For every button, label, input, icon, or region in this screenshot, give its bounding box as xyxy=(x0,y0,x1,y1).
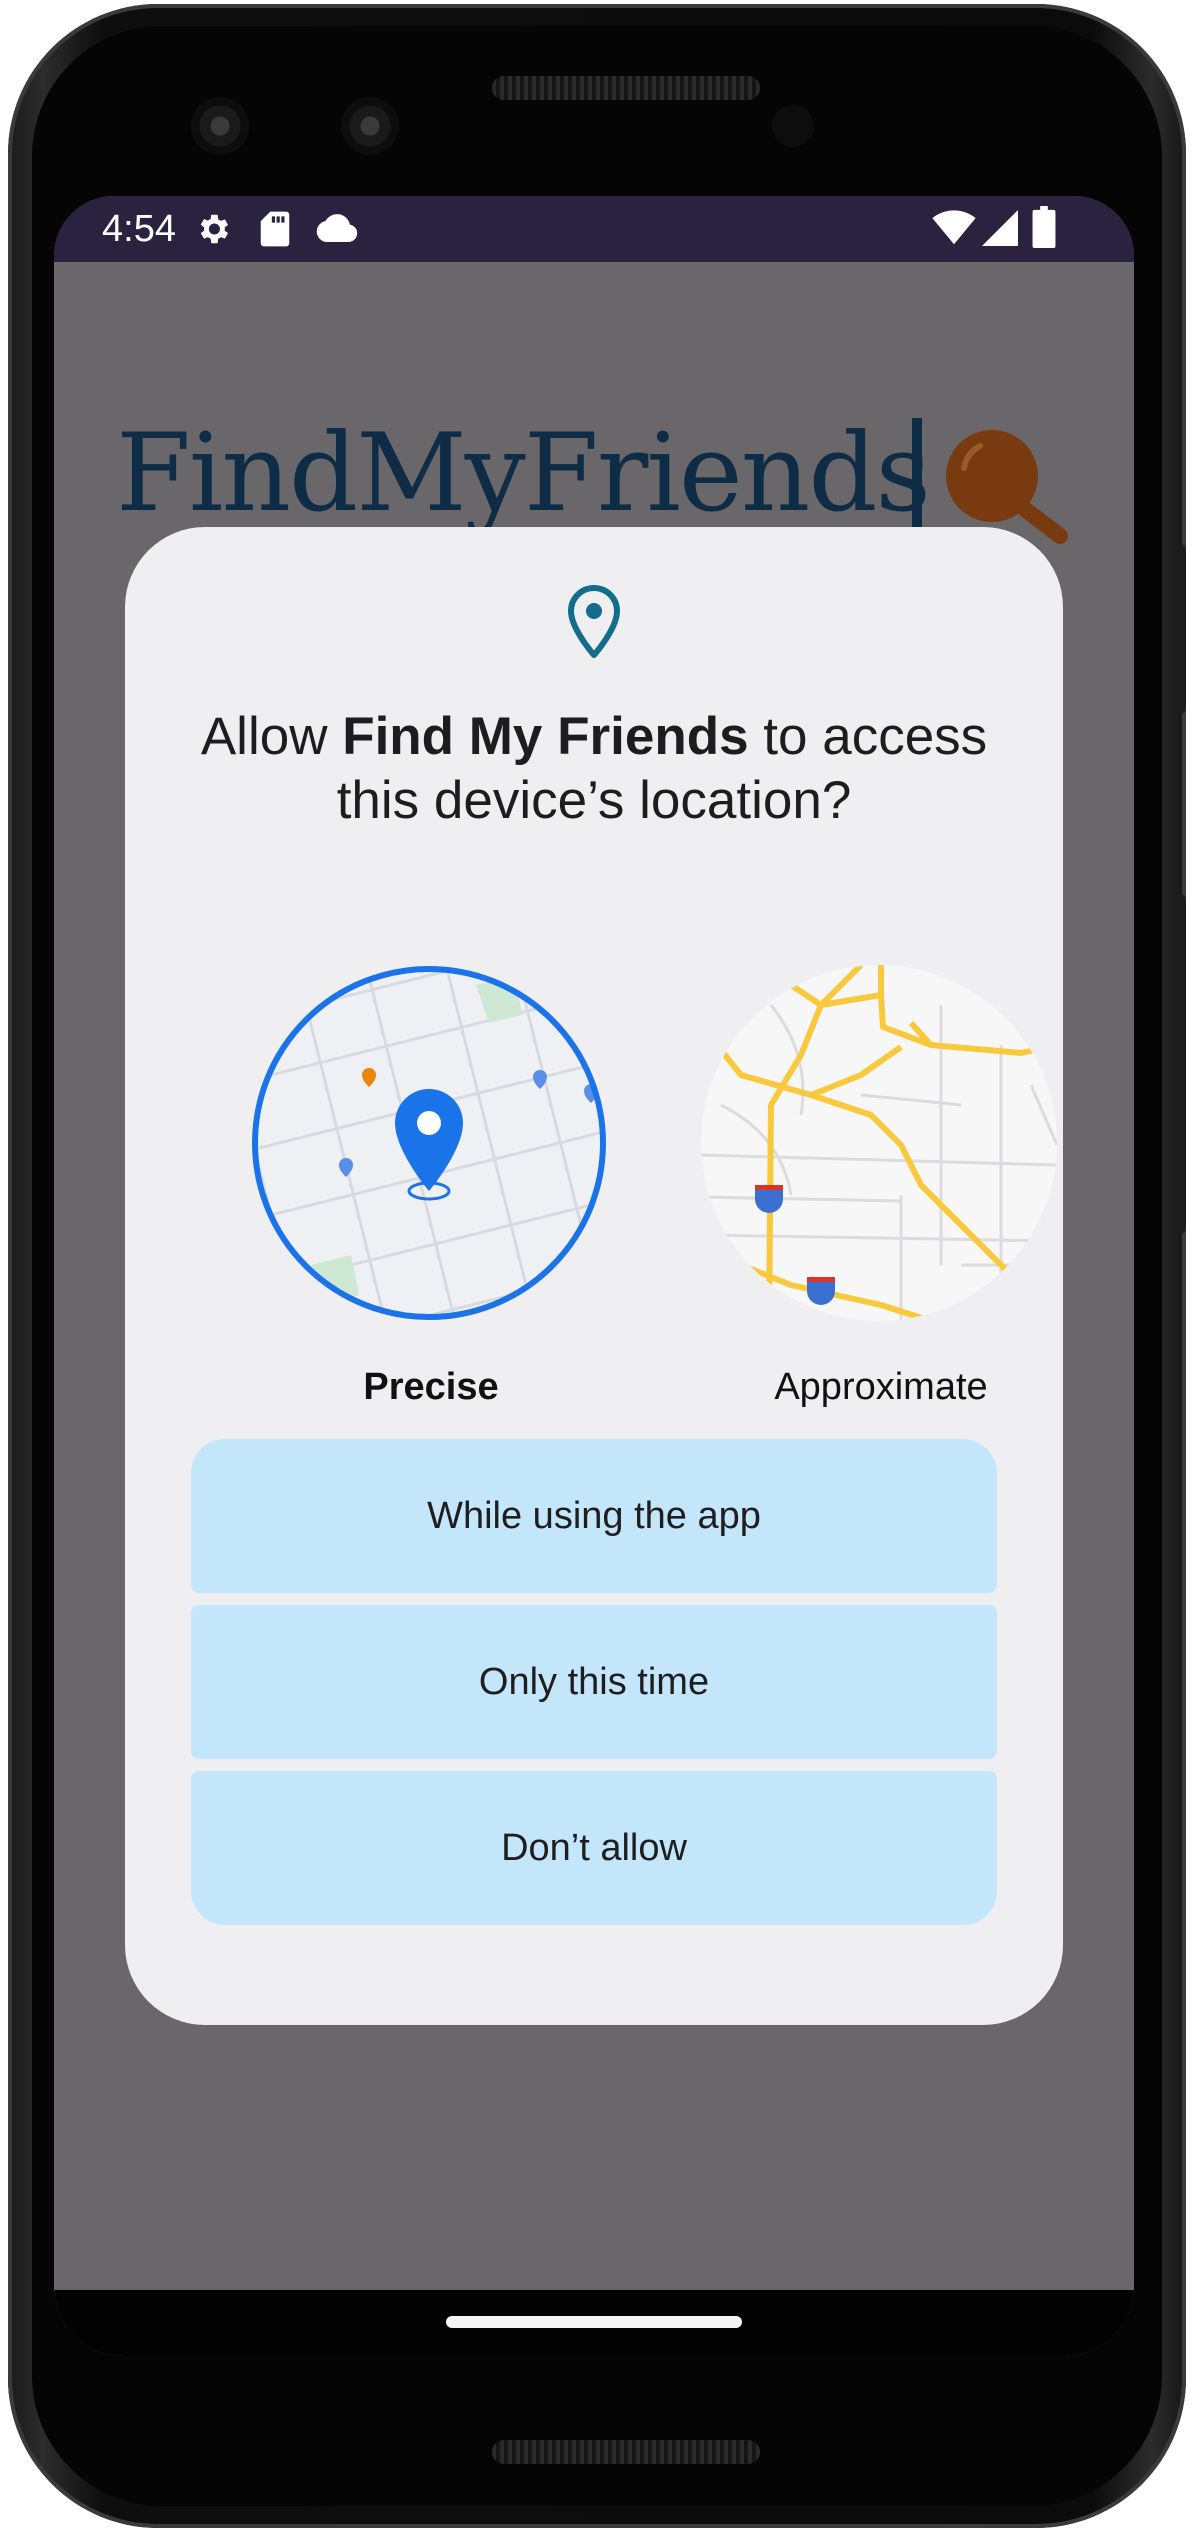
top-speaker xyxy=(492,76,760,100)
front-camera-right xyxy=(341,97,399,155)
location-pin-icon xyxy=(568,585,620,658)
magnifier-logo-icon xyxy=(946,430,1068,544)
gear-icon xyxy=(200,214,229,244)
app-logo-cursor xyxy=(912,418,922,528)
device-frame: 4:54 FindMyFriends Allow Find My Friends… xyxy=(0,0,1194,2532)
status-time: 4:54 xyxy=(102,208,176,250)
status-bar: 4:54 xyxy=(54,196,1134,262)
dont-allow-button[interactable]: Don’t allow xyxy=(191,1771,997,1925)
volume-button xyxy=(1176,894,1186,1234)
approximate-option[interactable]: Approximate xyxy=(701,965,1061,1408)
app-logo-text: FindMyFriends xyxy=(116,411,931,536)
dialog-title: Allow Find My Friends to access this dev… xyxy=(165,705,1023,833)
dialog-title-prefix: Allow xyxy=(200,707,343,766)
location-permission-dialog: Allow Find My Friends to access this dev… xyxy=(125,527,1063,2025)
wifi-icon xyxy=(932,210,976,245)
cell-signal-icon xyxy=(982,210,1018,246)
precise-option[interactable]: Precise xyxy=(251,965,611,1408)
cloud-icon xyxy=(316,214,358,242)
dialog-app-name: Find My Friends xyxy=(342,707,749,766)
approximate-map-icon xyxy=(701,965,1057,1321)
battery-icon xyxy=(1032,206,1056,248)
front-camera-left xyxy=(191,97,249,155)
bottom-speaker xyxy=(492,2440,760,2464)
home-gesture-handle[interactable] xyxy=(446,2316,742,2328)
while-using-app-button[interactable]: While using the app xyxy=(191,1439,997,1593)
sd-card-icon xyxy=(260,211,290,247)
precise-label: Precise xyxy=(363,1366,499,1408)
power-button xyxy=(1176,544,1186,714)
screen: 4:54 FindMyFriends Allow Find My Friends… xyxy=(54,196,1134,2356)
approximate-label: Approximate xyxy=(774,1366,988,1408)
proximity-sensor xyxy=(772,105,814,147)
precise-map-icon xyxy=(252,966,606,1320)
only-this-time-button[interactable]: Only this time xyxy=(191,1605,997,1759)
